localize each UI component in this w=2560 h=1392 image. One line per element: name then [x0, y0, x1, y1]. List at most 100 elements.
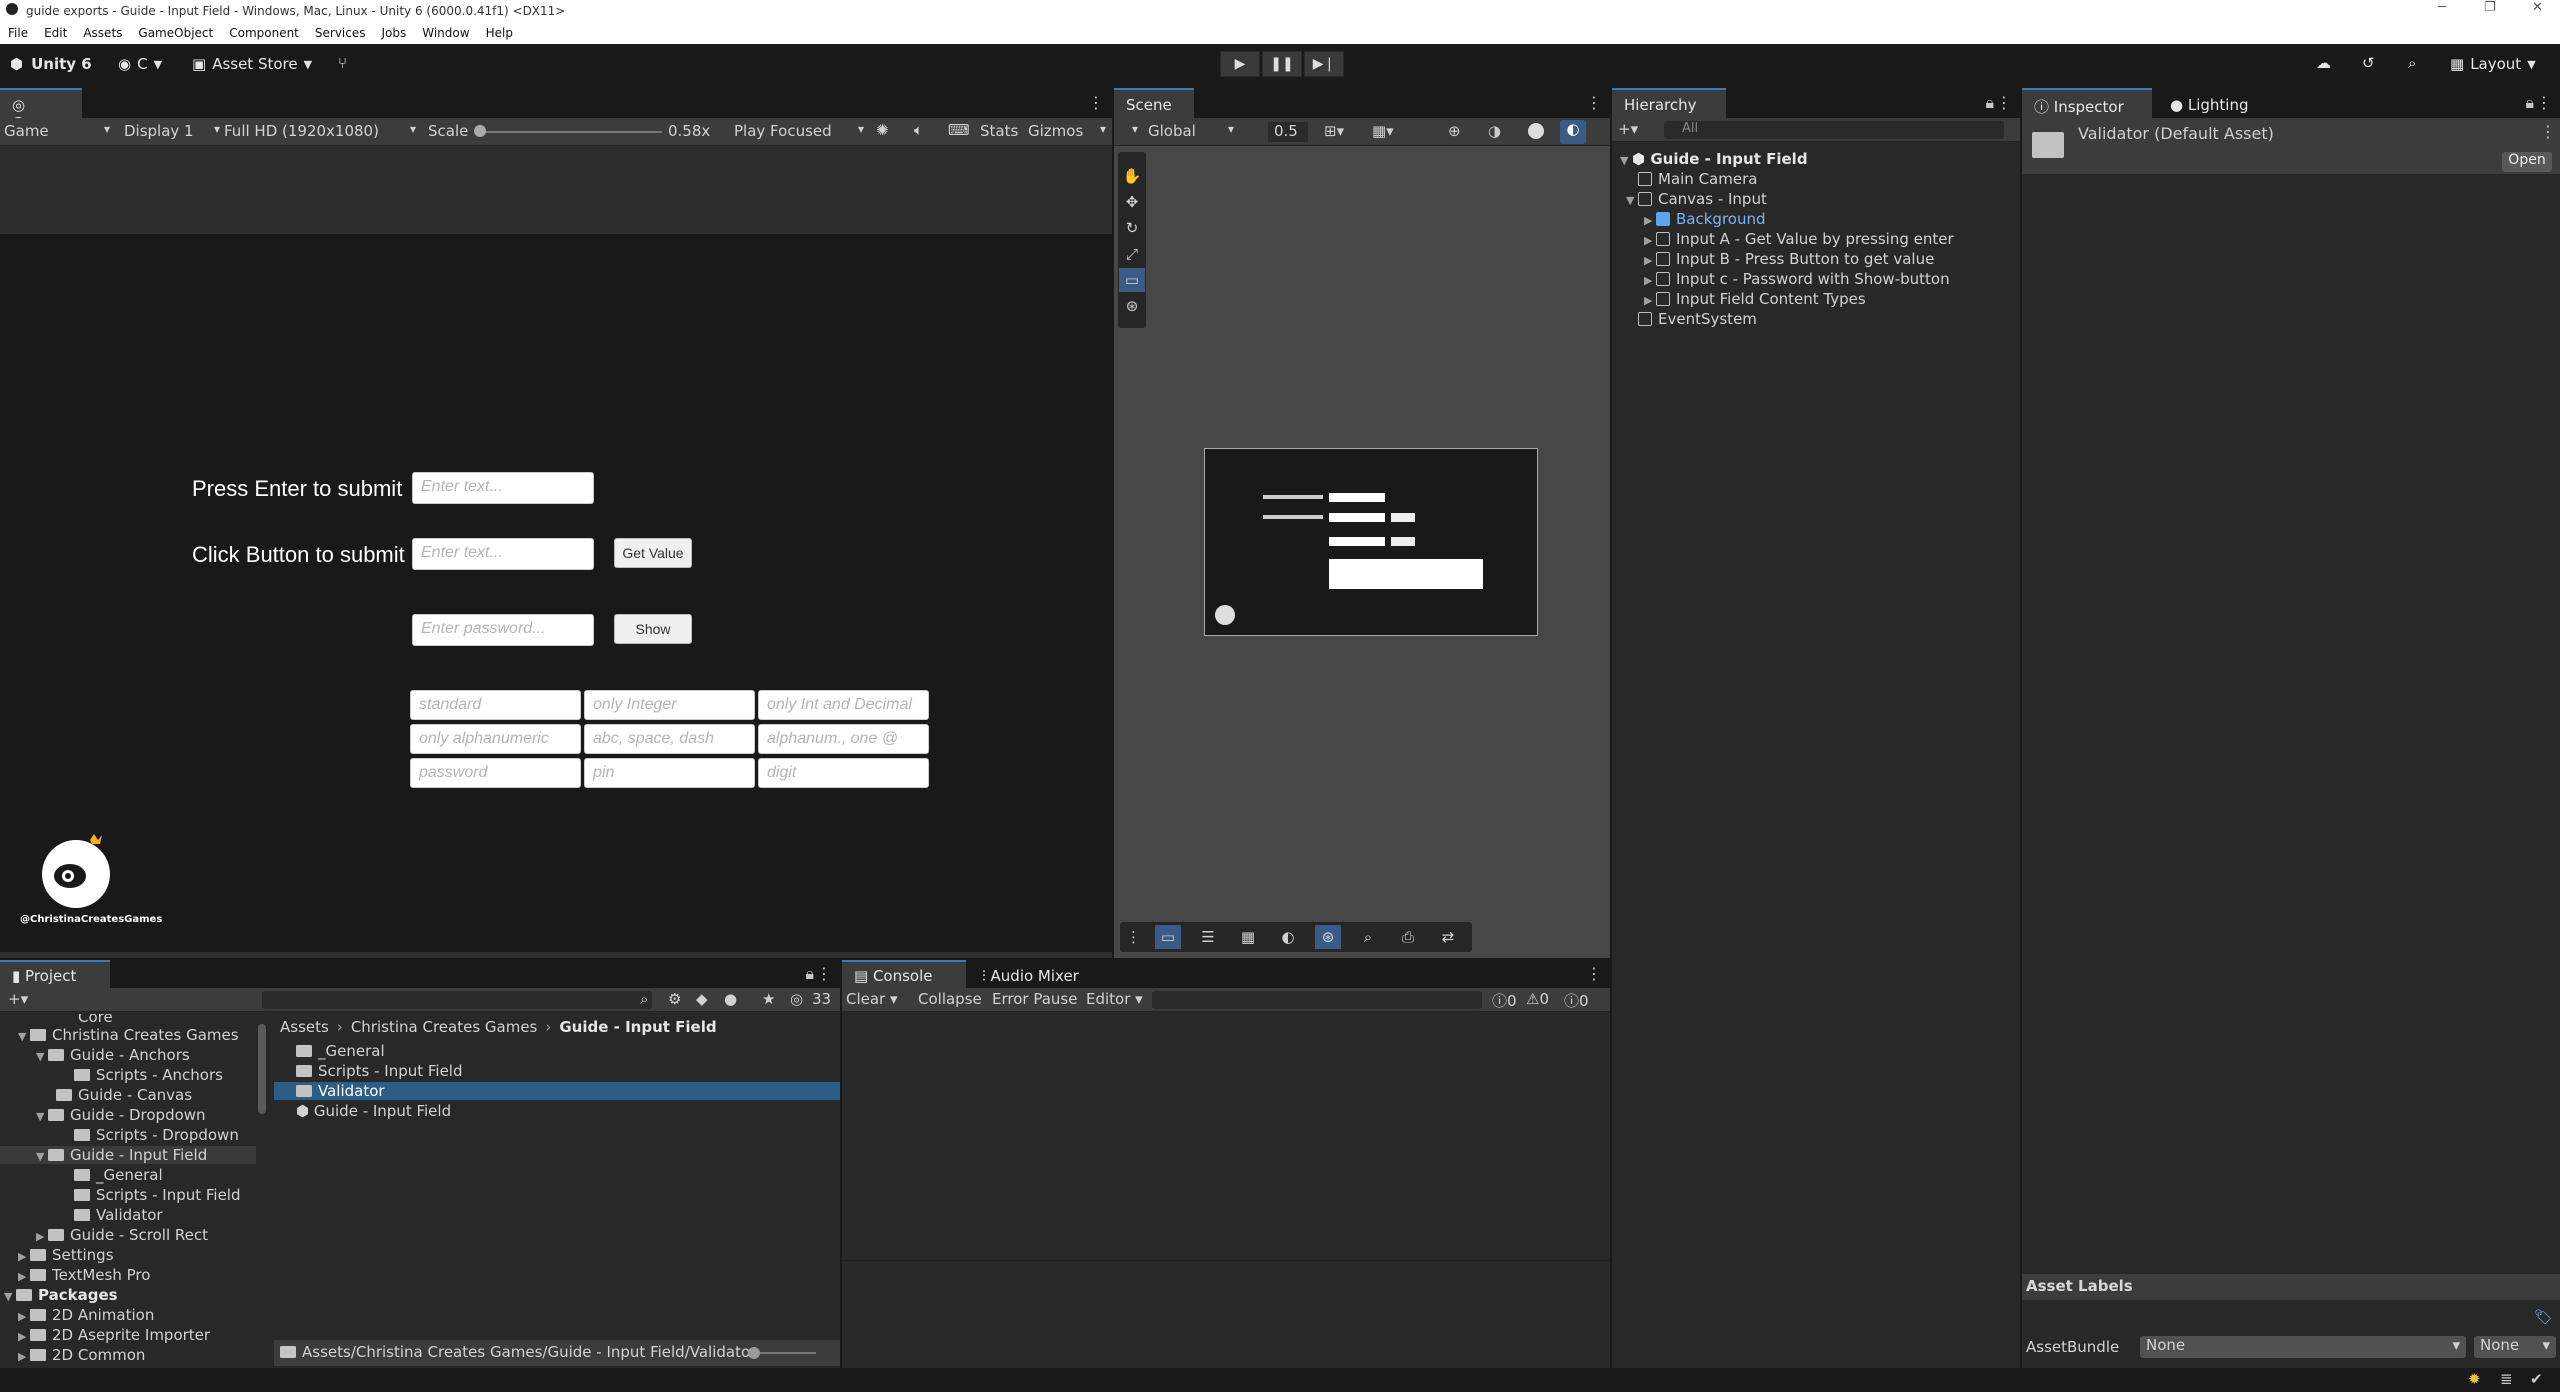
menu-services[interactable]: Services: [315, 26, 366, 40]
grid-overlay-icon[interactable]: ▦: [1235, 925, 1261, 949]
file-item[interactable]: Scripts - Input Field: [296, 1062, 463, 1080]
version-control-icon[interactable]: ⑂: [338, 54, 347, 72]
tree-item[interactable]: ▶ 2D Aseprite Importer: [18, 1326, 210, 1344]
menu-component[interactable]: Component: [229, 26, 299, 40]
check-icon[interactable]: ✔: [2530, 1370, 2543, 1388]
clear-button[interactable]: Clear ▾: [846, 990, 898, 1008]
editor-dropdown[interactable]: Editor ▾: [1086, 990, 1143, 1008]
asset-store-button[interactable]: ▣ Asset Store ▼: [192, 55, 312, 73]
content-type-input-standard[interactable]: standard: [410, 690, 581, 720]
layout-dropdown[interactable]: ▦ Layout ▼: [2450, 55, 2536, 73]
tree-item[interactable]: ▶ Guide - Scroll Rect: [36, 1226, 208, 1244]
menu-jobs[interactable]: Jobs: [382, 26, 407, 40]
open-button[interactable]: Open: [2502, 152, 2552, 172]
error-count[interactable]: ⓘ0: [1564, 990, 1589, 1011]
tree-item[interactable]: ▼ Christina Creates Games: [18, 1026, 239, 1044]
search-icon[interactable]: ⌕: [2408, 54, 2416, 72]
filter-label-icon[interactable]: ⚙: [668, 990, 681, 1008]
draw-mode-icon[interactable]: ⊕: [1448, 122, 1461, 140]
step-button[interactable]: ▶❘: [1304, 51, 1344, 77]
rect-tool-icon[interactable]: ▭: [1119, 268, 1145, 292]
snap-value[interactable]: 0.5: [1268, 122, 1308, 142]
hierarchy-item-canvas[interactable]: ▼ Canvas - Input: [1626, 190, 1767, 208]
tree-item[interactable]: ▶ TextMesh Pro: [18, 1266, 150, 1284]
more-options-icon[interactable]: ⋮: [2540, 122, 2556, 141]
tree-item[interactable]: Scripts - Dropdown: [74, 1126, 239, 1144]
activity-icon[interactable]: ✹: [2468, 1370, 2481, 1388]
menu-gameobject[interactable]: GameObject: [138, 26, 213, 40]
lighting-icon[interactable]: [1528, 123, 1544, 139]
variant-dropdown[interactable]: None ▾: [2474, 1336, 2556, 1358]
error-pause-button[interactable]: Error Pause: [992, 990, 1077, 1008]
content-type-input-decimal[interactable]: only Int and Decimal: [758, 690, 929, 720]
collapse-button[interactable]: Collapse: [918, 990, 982, 1008]
hierarchy-search-input[interactable]: All: [1664, 121, 2004, 139]
file-item[interactable]: _General: [296, 1042, 385, 1060]
tree-item[interactable]: ▶ 2D Common: [18, 1346, 145, 1364]
content-type-input-digit[interactable]: digit: [758, 758, 929, 788]
tab-game[interactable]: ◎ Game: [0, 88, 82, 132]
console-splitter[interactable]: [842, 1260, 1610, 1261]
minimize-icon[interactable]: ─: [2438, 0, 2446, 15]
content-type-input-integer[interactable]: only Integer: [584, 690, 755, 720]
click-text-input[interactable]: Enter text...: [412, 538, 594, 570]
game-mode-dropdown[interactable]: Game: [4, 122, 110, 142]
gizmos-dropdown[interactable]: Gizmos: [1028, 122, 1106, 142]
file-item-selected[interactable]: Validator: [274, 1082, 840, 1100]
shortcuts-icon[interactable]: ⌨: [948, 121, 970, 139]
menu-window[interactable]: Window: [422, 26, 469, 40]
tree-item-selected[interactable]: ▼ Guide - Input Field: [0, 1146, 256, 1164]
scale-tool-icon[interactable]: ⤢: [1119, 242, 1145, 266]
more-options-icon[interactable]: ⋮: [1586, 964, 1602, 983]
get-value-button[interactable]: Get Value: [614, 538, 692, 568]
hand-tool-icon[interactable]: ✋: [1119, 164, 1145, 188]
hierarchy-item-input-c[interactable]: ▶ Input c - Password with Show-button: [1644, 270, 1950, 288]
tab-hierarchy[interactable]: Hierarchy: [1612, 88, 1726, 118]
tag-icon[interactable]: ◆: [696, 990, 708, 1008]
hierarchy-item-main-camera[interactable]: Main Camera: [1638, 170, 1757, 188]
shuffle-icon[interactable]: ⇄: [1435, 925, 1461, 949]
content-type-input-pin[interactable]: pin: [584, 758, 755, 788]
lock-icon[interactable]: 🔒︎: [2525, 93, 2534, 113]
lock-icon[interactable]: 🔒︎: [1985, 93, 1994, 113]
file-item[interactable]: ⬢ Guide - Input Field: [296, 1102, 451, 1120]
search-icon[interactable]: ⌕: [1355, 925, 1381, 949]
move-tool-icon[interactable]: ✥: [1119, 190, 1145, 214]
unity-version-button[interactable]: ⬢ Unity 6: [10, 55, 92, 73]
scale-slider[interactable]: [476, 131, 662, 133]
more-options-icon[interactable]: ⋮: [1088, 93, 1104, 112]
more-options-icon[interactable]: ⋮: [1586, 93, 1602, 112]
transform-tool-icon[interactable]: ⊛: [1119, 294, 1145, 318]
grid-snapping-icon[interactable]: ⊞▾: [1324, 122, 1344, 140]
more-options-icon[interactable]: ⋮: [1996, 93, 2012, 112]
tab-inspector[interactable]: ⓘ Inspector: [2022, 88, 2152, 118]
tree-item[interactable]: Core: [78, 1014, 113, 1026]
mute-audio-icon[interactable]: 🔈︎: [914, 121, 923, 139]
more-options-icon[interactable]: ⋮: [2536, 93, 2552, 112]
hierarchy-item-content-types[interactable]: ▶ Input Field Content Types: [1644, 290, 1866, 308]
menu-file[interactable]: File: [8, 26, 28, 40]
tool-settings-dropdown[interactable]: [1120, 122, 1138, 142]
tree-item[interactable]: _General: [74, 1166, 163, 1184]
play-focused-dropdown[interactable]: Play Focused: [734, 122, 864, 142]
stats-button[interactable]: Stats: [980, 122, 1018, 140]
tree-item[interactable]: Validator: [74, 1206, 163, 1224]
tree-item[interactable]: Scripts - Input Field: [74, 1186, 241, 1204]
warning-icon[interactable]: ●: [724, 990, 737, 1008]
history-icon[interactable]: ↺: [2362, 54, 2375, 72]
play-button[interactable]: ▶: [1220, 51, 1260, 77]
content-type-input-alphanumeric[interactable]: only alphanumeric: [410, 724, 581, 754]
gizmo-icon[interactable]: ⊛: [1315, 925, 1341, 949]
menu-edit[interactable]: Edit: [44, 26, 67, 40]
audio-icon[interactable]: ◐: [1560, 120, 1586, 144]
maximize-icon[interactable]: ❐: [2484, 0, 2496, 15]
grid-icon[interactable]: ▦▾: [1372, 122, 1394, 140]
hierarchy-item-input-a[interactable]: ▶ Input A - Get Value by pressing enter: [1644, 230, 1954, 248]
password-input[interactable]: Enter password...: [412, 614, 594, 646]
tab-console[interactable]: ▤ Console: [842, 960, 966, 988]
bug-icon[interactable]: ✺: [876, 121, 889, 139]
tree-item[interactable]: ▼ Guide - Dropdown: [36, 1106, 206, 1124]
breadcrumb-item[interactable]: Guide - Input Field: [559, 1018, 716, 1036]
toggle-icon[interactable]: ☰: [1195, 925, 1221, 949]
content-type-input-password[interactable]: password: [410, 758, 581, 788]
